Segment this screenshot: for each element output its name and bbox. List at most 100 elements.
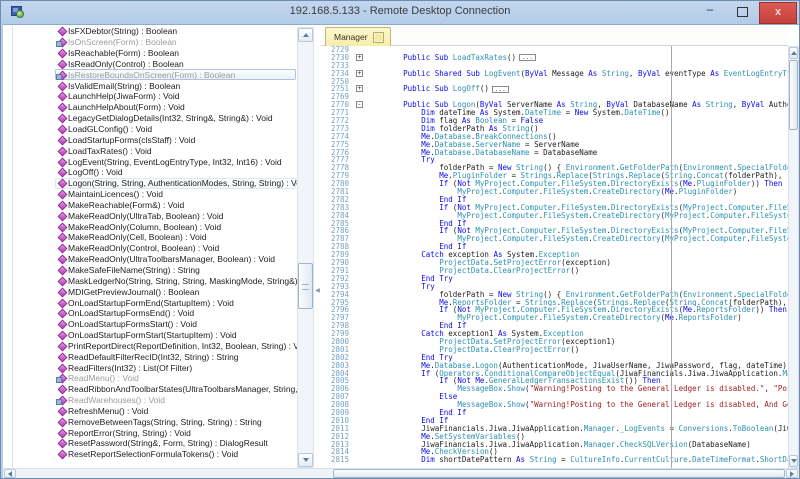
- code-line[interactable]: 2781 MyProject.Computer.FileSystem.Creat…: [321, 188, 788, 196]
- member-list-vscroll-track[interactable]: [297, 27, 314, 468]
- list-item[interactable]: ReadMenu() : Void: [3, 373, 297, 384]
- code-line[interactable]: 2734 + Public Shared Sub LogEvent(ByVal …: [321, 70, 788, 78]
- hscroll-left-icon[interactable]: [4, 469, 16, 478]
- code-line[interactable]: 2811 JiwaFinancials.Jiwa.JiwaApplication…: [321, 425, 788, 433]
- list-item[interactable]: ResetPassword(String&, Form, String) : D…: [3, 438, 297, 449]
- code-line[interactable]: 2810 End If: [321, 417, 788, 425]
- code-line[interactable]: 2779 Me.PluginFolder = Strings.Replace(S…: [321, 172, 788, 180]
- code-line[interactable]: 2795 Me.ReportsFolder = Strings.Replace(…: [321, 299, 788, 307]
- code-scroll-up-icon[interactable]: [789, 47, 798, 59]
- code-line[interactable]: 2804 If (Operators.ConditionalCompareObj…: [321, 370, 788, 378]
- list-item[interactable]: RemoveBetweenTags(String, String, String…: [3, 416, 297, 427]
- code-vscroll-thumb[interactable]: [789, 60, 798, 130]
- code-line[interactable]: 2771 Dim dateTime As System.DateTime = N…: [321, 109, 788, 117]
- code-line[interactable]: 2773 Dim folderPath As String(): [321, 125, 788, 133]
- list-item[interactable]: ReadDefaultFilterRecID(Int32, String) : …: [3, 351, 297, 362]
- list-item[interactable]: MakeReadOnly(Cell, Boolean) : Void: [3, 232, 297, 243]
- fold-collapse-icon[interactable]: -: [356, 101, 363, 108]
- list-item[interactable]: ReadFilters(Int32) : List(Of Filter): [3, 362, 297, 373]
- code-line[interactable]: 2788 End If: [321, 243, 788, 251]
- code-line[interactable]: 2784 MyProject.Computer.FileSystem.Creat…: [321, 212, 788, 220]
- code-line[interactable]: 2800 ProjectData.SetProjectError(excepti…: [321, 338, 788, 346]
- list-item[interactable]: IsReadOnly(Control) : Boolean: [3, 59, 297, 70]
- code-line[interactable]: 2780 If (Not MyProject.Computer.FileSyst…: [321, 180, 788, 188]
- code-line[interactable]: 2770 - Public Sub Logon(ByVal ServerName…: [321, 101, 788, 109]
- hscroll-thumb[interactable]: [333, 469, 785, 478]
- list-item[interactable]: LegacyGetDialogDetails(Int32, String&, S…: [3, 113, 297, 124]
- code-line[interactable]: 2786 If (Not MyProject.Computer.FileSyst…: [321, 227, 788, 235]
- member-list[interactable]: IsFXDebtor(String) : Boolean IsOnScreen(…: [3, 26, 297, 468]
- code-line[interactable]: 2769: [321, 93, 788, 101]
- code-line[interactable]: 2782 End If: [321, 196, 788, 204]
- member-list-vscroll-thumb[interactable]: [298, 263, 313, 309]
- code-line[interactable]: 2776 Me.Database.DatabaseName = Database…: [321, 149, 788, 157]
- code-line[interactable]: 2751 + Public Sub LogOff()...: [321, 85, 788, 93]
- code-line[interactable]: 2799 Catch exception1 As System.Exceptio…: [321, 330, 788, 338]
- code-line[interactable]: 2730 + Public Sub LoadTaxRates()...: [321, 54, 788, 62]
- code-line[interactable]: 2729: [321, 46, 788, 54]
- code-line[interactable]: 2796 If (Not MyProject.Computer.FileSyst…: [321, 306, 788, 314]
- list-item[interactable]: IsRestoreBoundsOnScreen(Form) : Boolean: [3, 69, 297, 80]
- code-line[interactable]: 2813 JiwaFinancials.Jiwa.JiwaApplication…: [321, 441, 788, 449]
- fold-expand-icon[interactable]: +: [356, 70, 363, 77]
- list-item[interactable]: MaskLedgerNo(String, String, String, Mas…: [3, 275, 297, 286]
- list-item[interactable]: IsFXDebtor(String) : Boolean: [3, 26, 297, 37]
- fold-expand-icon[interactable]: +: [356, 54, 363, 61]
- code-scroll-down-icon[interactable]: [789, 455, 798, 467]
- list-item[interactable]: LoadTaxRates() : Void: [3, 145, 297, 156]
- list-item[interactable]: Logon(String, String, AuthenticationMode…: [3, 178, 297, 189]
- fold-expand-icon[interactable]: +: [356, 85, 363, 92]
- list-item[interactable]: OnLoadStartupFormEnd(StartupItem) : Void: [3, 297, 297, 308]
- list-item[interactable]: MakeReadOnly(Control, Boolean) : Void: [3, 243, 297, 254]
- list-item[interactable]: RefreshMenu() : Void: [3, 406, 297, 417]
- panel-splitter[interactable]: [314, 26, 321, 468]
- code-line[interactable]: 2789 Catch exception As System.Exception: [321, 251, 788, 259]
- tab-manager[interactable]: Manager: [325, 27, 391, 46]
- list-item[interactable]: ReadRibbonAndToolbarStates(UltraToolbars…: [3, 384, 297, 395]
- code-line[interactable]: 2791 ProjectData.ClearProjectError(): [321, 267, 788, 275]
- code-line[interactable]: 2783 If (Not MyProject.Computer.FileSyst…: [321, 204, 788, 212]
- code-line[interactable]: 2793 Try: [321, 283, 788, 291]
- list-item[interactable]: LoadGLConfig() : Void: [3, 124, 297, 135]
- code-line[interactable]: 2777 Try: [321, 156, 788, 164]
- code-line[interactable]: 2808 MessageBox.Show("Warning!Posting to…: [321, 401, 788, 409]
- list-item[interactable]: ResetReportSelectionFormulaTokens() : Vo…: [3, 449, 297, 460]
- code-line[interactable]: 2815 Dim shortDatePattern As String = Cu…: [321, 456, 788, 464]
- code-line[interactable]: 2809 End If: [321, 409, 788, 417]
- list-item[interactable]: MakeReadOnly(UltraToolbarsManager, Boole…: [3, 254, 297, 265]
- code-line[interactable]: 2772 Dim flag As Boolean = False: [321, 117, 788, 125]
- tab-pin-icon[interactable]: [373, 32, 384, 43]
- splitter-collapse-icon[interactable]: ◀: [314, 283, 321, 299]
- close-button[interactable]: x: [759, 2, 797, 24]
- hscroll-right-icon[interactable]: [786, 469, 798, 478]
- list-item[interactable]: LaunchHelp(JiwaForm) : Void: [3, 91, 297, 102]
- code-line[interactable]: 2814 Me.CheckVersion(): [321, 448, 788, 456]
- code-line[interactable]: 2798 End If: [321, 322, 788, 330]
- code-line[interactable]: 2797 MyProject.Computer.FileSystem.Creat…: [321, 314, 788, 322]
- list-item[interactable]: MDIGetPreviewJournal() : Boolean: [3, 286, 297, 297]
- code-line[interactable]: 2807 Else: [321, 393, 788, 401]
- code-line[interactable]: 2794 folderPath = New String() { Environ…: [321, 291, 788, 299]
- code-line[interactable]: 2790 ProjectData.SetProjectError(excepti…: [321, 259, 788, 267]
- list-item[interactable]: MakeReadOnly(Column, Boolean) : Void: [3, 221, 297, 232]
- code-line[interactable]: 2775 Me.Database.ServerName = ServerName: [321, 141, 788, 149]
- code-line[interactable]: 2750: [321, 78, 788, 86]
- code-editor[interactable]: 2729 2730 + Public Sub LoadTaxRates()...…: [321, 46, 788, 468]
- code-line[interactable]: 2802 End Try: [321, 354, 788, 362]
- code-line[interactable]: 2774 Me.Database.BreakConnections(): [321, 133, 788, 141]
- code-line[interactable]: 2805 If (Not Me.GeneralLedgerTransaction…: [321, 377, 788, 385]
- list-item[interactable]: ReadWarehouses() : Void: [3, 395, 297, 406]
- list-item[interactable]: OnLoadStartupFormsStart() : Void: [3, 319, 297, 330]
- code-line[interactable]: 2801 ProjectData.ClearProjectError(): [321, 346, 788, 354]
- code-line[interactable]: 2785 End If: [321, 220, 788, 228]
- list-item[interactable]: LogEvent(String, EventLogEntryType, Int3…: [3, 156, 297, 167]
- list-item[interactable]: PrintReportDirect(ReportDefinition, Int3…: [3, 340, 297, 351]
- member-list-scroll-down-icon[interactable]: [298, 453, 313, 467]
- list-item[interactable]: ReportError(String, String) : Void: [3, 427, 297, 438]
- list-item[interactable]: IsValidEmail(String) : Boolean: [3, 80, 297, 91]
- code-line[interactable]: 2812 Me.SetSystemVariables(): [321, 433, 788, 441]
- list-item[interactable]: LaunchHelpAbout(Form) : Void: [3, 102, 297, 113]
- list-item[interactable]: MaintainLicences() : Void: [3, 189, 297, 200]
- minimize-button[interactable]: –: [697, 1, 723, 22]
- code-line[interactable]: 2787 MyProject.Computer.FileSystem.Creat…: [321, 235, 788, 243]
